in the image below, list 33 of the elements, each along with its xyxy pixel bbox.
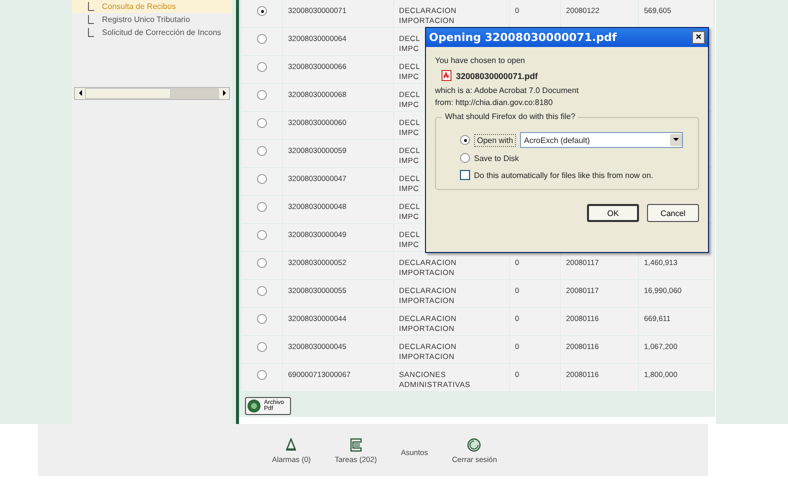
radio-button[interactable] bbox=[460, 153, 470, 163]
group-title: What should Firefox do with this file? bbox=[442, 112, 578, 121]
radio-button[interactable] bbox=[460, 135, 470, 145]
radio-button[interactable] bbox=[257, 258, 267, 268]
tree-item[interactable]: Solicitud de Corrección de Incons bbox=[72, 26, 232, 39]
tree-item[interactable]: Registro Unico Tributario bbox=[72, 13, 232, 26]
pdf-file-icon bbox=[441, 70, 452, 81]
radio-button[interactable] bbox=[257, 146, 267, 156]
radio-button[interactable] bbox=[257, 90, 267, 100]
horizontal-scrollbar[interactable] bbox=[74, 87, 230, 100]
radio-button[interactable] bbox=[257, 62, 267, 72]
radio-button[interactable] bbox=[257, 118, 267, 128]
radio-button[interactable] bbox=[257, 34, 267, 44]
circle-icon bbox=[247, 399, 261, 413]
radio-button[interactable] bbox=[257, 370, 267, 380]
globe-icon[interactable] bbox=[467, 438, 482, 452]
scroll-right-icon[interactable] bbox=[219, 88, 229, 99]
scroll-thumb[interactable] bbox=[85, 88, 171, 99]
checkbox[interactable] bbox=[460, 170, 470, 180]
radio-button[interactable] bbox=[257, 174, 267, 184]
radio-button[interactable] bbox=[257, 314, 267, 324]
dialog-button[interactable]: Cancel bbox=[647, 204, 699, 222]
scroll-left-icon[interactable] bbox=[75, 88, 85, 99]
scroll-icon[interactable] bbox=[348, 438, 363, 452]
radio-button[interactable] bbox=[257, 342, 267, 352]
close-button[interactable]: × bbox=[692, 31, 705, 44]
bell-icon[interactable] bbox=[284, 438, 298, 452]
radio-button[interactable] bbox=[257, 230, 267, 240]
radio-button[interactable] bbox=[257, 202, 267, 212]
dialog-button[interactable]: OK bbox=[587, 204, 639, 222]
radio-button[interactable] bbox=[257, 6, 267, 16]
application-dropdown[interactable]: AcroExch (default) bbox=[520, 132, 684, 148]
radio-button[interactable] bbox=[257, 286, 267, 296]
